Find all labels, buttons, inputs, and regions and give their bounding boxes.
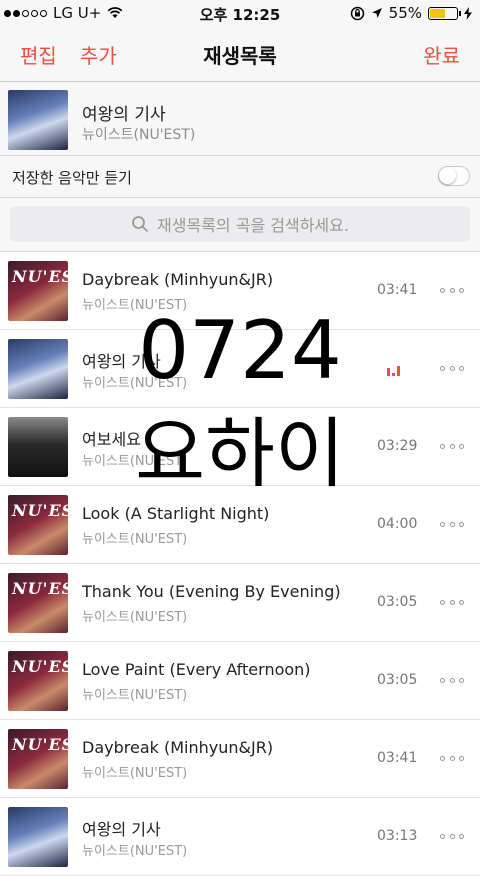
song-duration: 03:13 <box>377 828 418 844</box>
song-artist: 뉴이스트(NU'EST) <box>82 844 188 859</box>
album-cover <box>8 90 68 150</box>
search-bar-container: 재생목록의 곡을 검색하세요. <box>0 198 480 252</box>
song-artist: 뉴이스트(NU'EST) <box>82 298 188 313</box>
more-options-icon[interactable] <box>440 363 464 373</box>
cover-label: NU'EST <box>12 267 68 286</box>
song-row[interactable]: 여왕의 기사뉴이스트(NU'EST) 03:13 <box>0 798 480 876</box>
song-artist: 뉴이스트(NU'EST) <box>82 610 188 625</box>
song-title: 여왕의 기사 <box>82 820 161 839</box>
song-title: Daybreak (Minhyun&JR) <box>82 270 274 289</box>
album-cover: NU'EST <box>8 729 68 789</box>
album-cover <box>8 807 68 867</box>
more-options-icon[interactable] <box>440 519 464 529</box>
search-placeholder: 재생목록의 곡을 검색하세요. <box>157 216 349 235</box>
search-input[interactable]: 재생목록의 곡을 검색하세요. <box>10 206 470 242</box>
album-cover <box>8 339 68 399</box>
toggle-knob <box>439 167 456 184</box>
status-bar: LG U+ 오후 12:25 55% <box>0 0 480 28</box>
done-button[interactable]: 완료 <box>423 40 460 69</box>
more-options-icon[interactable] <box>440 285 464 295</box>
album-cover: NU'EST <box>8 651 68 711</box>
song-duration: 03:41 <box>377 282 418 298</box>
rotation-lock-icon <box>350 6 364 20</box>
battery-percent: 55% <box>388 4 422 22</box>
more-options-icon[interactable] <box>440 831 464 841</box>
song-duration: 03:05 <box>377 594 418 610</box>
status-right: 55% <box>350 4 472 22</box>
song-artist: 뉴이스트(NU'EST) <box>82 766 188 781</box>
more-options-icon[interactable] <box>440 753 464 763</box>
song-duration: 03:41 <box>377 750 418 766</box>
more-options-icon[interactable] <box>440 441 464 451</box>
song-row[interactable]: NU'EST Love Paint (Every Afternoon) 뉴이스트(N… <box>0 642 480 720</box>
song-duration: 04:00 <box>377 516 418 532</box>
album-cover <box>8 417 68 477</box>
more-options-icon[interactable] <box>440 675 464 685</box>
playlist-header[interactable]: 여왕의 기사 뉴이스트(NU'EST) <box>0 82 480 156</box>
charging-bolt-icon <box>464 6 472 20</box>
playlist-album-artist: 뉴이스트(NU'EST) <box>82 127 196 143</box>
song-title: Look (A Starlight Night) <box>82 504 270 523</box>
song-artist: 뉴이스트(NU'EST) <box>82 532 188 547</box>
album-cover: NU'EST <box>8 261 68 321</box>
cover-label: NU'EST <box>12 501 68 520</box>
album-cover: NU'EST <box>8 573 68 633</box>
location-icon <box>371 8 382 18</box>
song-row[interactable]: NU'EST Daybreak (Minhyun&JR) 뉴이스트(NU'EST) 0… <box>0 720 480 798</box>
cover-label: NU'EST <box>12 579 68 598</box>
song-artist: 뉴이스트(NU'EST) <box>82 454 188 469</box>
cover-label: NU'EST <box>12 735 68 754</box>
saved-only-row: 저장한 음악만 듣기 <box>0 156 480 198</box>
search-icon <box>132 216 149 233</box>
song-row[interactable]: 여보세요뉴이스트(NU'EST) 03:29 <box>0 408 480 486</box>
song-title: 여왕의 기사 <box>82 352 161 371</box>
navigation-bar: 편집 추가 재생목록 완료 <box>0 28 480 82</box>
song-row[interactable]: NU'EST Daybreak (Minhyun&JR) 뉴이스트(NU'EST) 0… <box>0 252 480 330</box>
song-title: Thank You (Evening By Evening) <box>82 582 341 601</box>
now-playing-icon <box>387 362 400 376</box>
song-title: Love Paint (Every Afternoon) <box>82 660 311 679</box>
song-duration: 03:05 <box>377 672 418 688</box>
playlist-album-title: 여왕의 기사 <box>82 105 166 125</box>
saved-only-label: 저장한 음악만 듣기 <box>12 169 132 187</box>
album-cover: NU'EST <box>8 495 68 555</box>
saved-only-toggle[interactable] <box>438 166 470 186</box>
song-artist: 뉴이스트(NU'EST) <box>82 376 188 391</box>
page-title: 재생목록 <box>203 44 277 68</box>
song-title: 여보세요 <box>82 430 141 449</box>
song-row[interactable]: 여왕의 기사뉴이스트(NU'EST) <box>0 330 480 408</box>
battery-icon <box>428 6 461 20</box>
cover-label: NU'EST <box>12 657 68 676</box>
song-duration: 03:29 <box>377 438 418 454</box>
song-row[interactable]: NU'EST Thank You (Evening By Evening) 뉴이스트… <box>0 564 480 642</box>
more-options-icon[interactable] <box>440 597 464 607</box>
song-title: Daybreak (Minhyun&JR) <box>82 738 274 757</box>
song-row[interactable]: NU'EST Look (A Starlight Night) 뉴이스트(NU'ES… <box>0 486 480 564</box>
song-artist: 뉴이스트(NU'EST) <box>82 688 188 703</box>
